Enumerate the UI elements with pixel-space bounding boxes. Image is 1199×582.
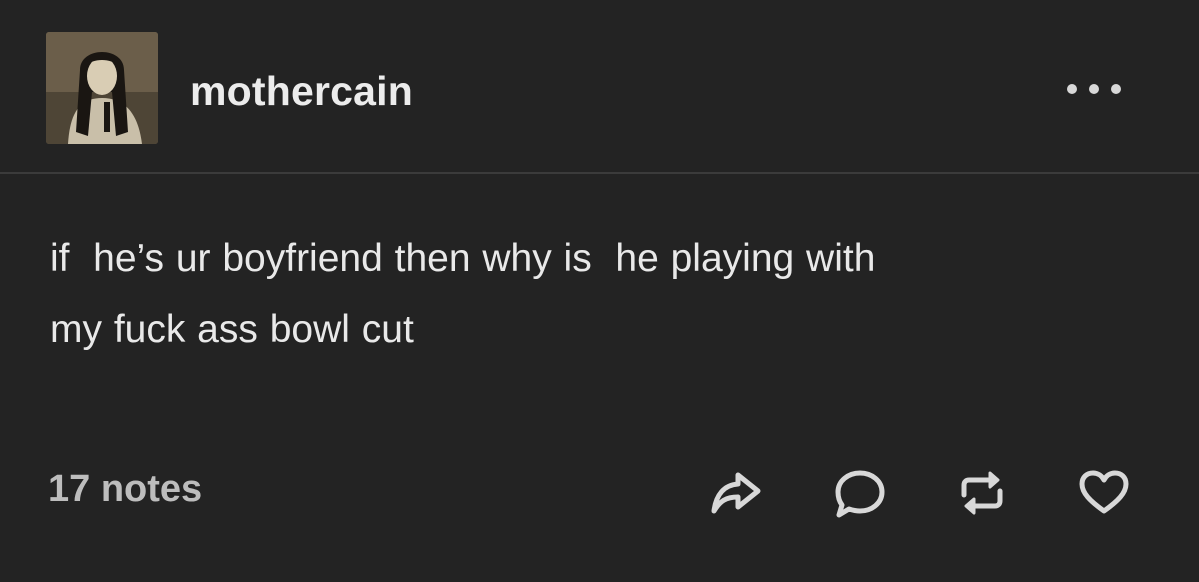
like-button[interactable] bbox=[1076, 465, 1132, 521]
share-button[interactable] bbox=[708, 465, 764, 521]
more-options-button[interactable] bbox=[1060, 75, 1130, 103]
username[interactable]: mothercain bbox=[190, 68, 413, 114]
post-text: if he’s ur boyfriend then why is he play… bbox=[50, 223, 1160, 365]
tumblr-post: mothercain if he’s ur boyfriend then why… bbox=[0, 0, 1199, 582]
reblog-icon bbox=[961, 471, 1003, 515]
post-text-line-1: if he’s ur boyfriend then why is he play… bbox=[50, 237, 876, 280]
more-options-icon bbox=[1067, 84, 1121, 94]
reply-button[interactable] bbox=[832, 465, 888, 521]
post-header: mothercain bbox=[0, 0, 1199, 172]
reblog-button[interactable] bbox=[954, 465, 1010, 521]
notes-count[interactable]: 17 notes bbox=[48, 467, 202, 511]
header-divider bbox=[0, 172, 1199, 174]
post-text-line-2: my fuck ass bowl cut bbox=[50, 308, 414, 351]
reply-icon bbox=[835, 470, 885, 518]
avatar[interactable] bbox=[46, 32, 158, 144]
share-icon bbox=[711, 472, 761, 514]
post-footer: 17 notes bbox=[0, 455, 1199, 525]
heart-icon bbox=[1079, 470, 1129, 514]
